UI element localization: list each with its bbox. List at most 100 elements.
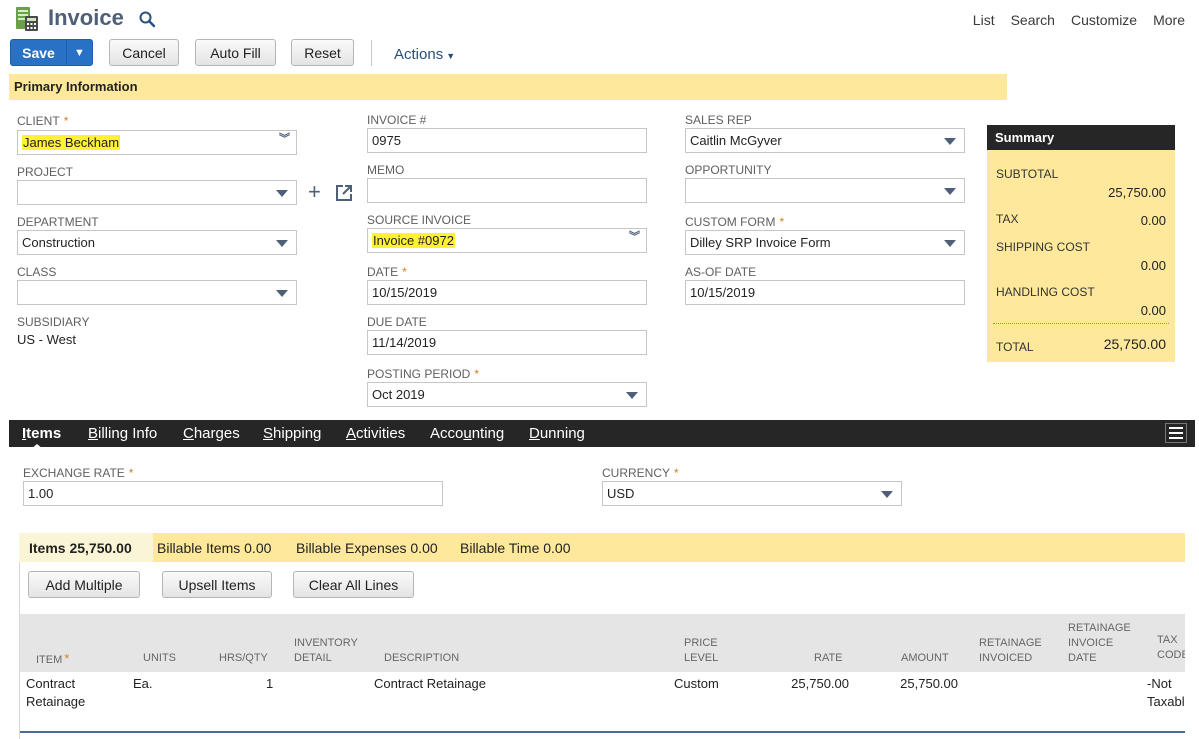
source-invoice-field[interactable]: Invoice #0972 ︾ bbox=[367, 228, 647, 253]
tax-label: TAX bbox=[996, 212, 1019, 226]
tax-value: 0.00 bbox=[1140, 213, 1166, 228]
total-label: TOTAL bbox=[996, 340, 1034, 354]
cancel-button[interactable]: Cancel bbox=[109, 39, 179, 66]
subtab-billable-expenses[interactable]: Billable Expenses 0.00 bbox=[296, 540, 438, 556]
actions-label[interactable]: Actions bbox=[394, 46, 443, 63]
double-chevron-icon[interactable]: ︾ bbox=[629, 232, 640, 243]
col-rate: RATE bbox=[814, 652, 843, 664]
date-field[interactable]: 10/15/2019 bbox=[367, 280, 647, 305]
open-external-icon[interactable] bbox=[335, 184, 353, 202]
col-retainage-invoiced: RETAINAGE INVOICED bbox=[979, 637, 1042, 664]
invoice-number-field[interactable]: 0975 bbox=[367, 128, 647, 153]
add-multiple-button[interactable]: Add Multiple bbox=[28, 571, 140, 598]
subsidiary-value: US - West bbox=[17, 332, 76, 347]
row-qty: 1 bbox=[266, 676, 274, 691]
tab-charges[interactable]: Charges bbox=[183, 425, 240, 442]
class-label: CLASS bbox=[17, 265, 57, 279]
col-tax-code: TAXCODE bbox=[1157, 634, 1185, 661]
col-amount: AMOUNT bbox=[901, 652, 949, 664]
list-link[interactable]: List bbox=[973, 12, 995, 28]
save-dropdown-icon[interactable]: ▼ bbox=[67, 40, 92, 65]
memo-label: MEMO bbox=[367, 163, 405, 177]
custom-form-label: CUSTOM FORM * bbox=[685, 215, 785, 229]
top-links: List Search Customize More bbox=[973, 12, 1185, 28]
tab-shipping[interactable]: Shipping bbox=[263, 425, 321, 442]
dropdown-arrow-icon[interactable] bbox=[944, 138, 956, 145]
double-chevron-icon[interactable]: ︾ bbox=[279, 134, 290, 145]
summary-title: Summary bbox=[987, 125, 1175, 150]
subtab-items[interactable]: Items 25,750.00 bbox=[29, 540, 132, 556]
custom-form-value: Dilley SRP Invoice Form bbox=[690, 235, 831, 250]
tab-dunning[interactable]: Dunning bbox=[529, 425, 585, 442]
dropdown-arrow-icon[interactable] bbox=[944, 240, 956, 247]
project-label: PROJECT bbox=[17, 165, 74, 179]
tab-bar: Items Billing Info Charges Shipping Acti… bbox=[9, 420, 1195, 449]
department-select[interactable]: Construction bbox=[17, 230, 297, 255]
dropdown-arrow-icon[interactable] bbox=[626, 392, 638, 399]
client-value: James Beckham bbox=[22, 135, 121, 150]
col-price-level: PRICE LEVEL bbox=[684, 637, 719, 664]
summary-divider bbox=[993, 323, 1169, 324]
subtab-billable-time[interactable]: Billable Time 0.00 bbox=[460, 540, 571, 556]
customize-link[interactable]: Customize bbox=[1071, 12, 1137, 28]
tab-billing-info[interactable]: Billing Info bbox=[88, 425, 157, 442]
row-units: Ea. bbox=[133, 676, 153, 691]
caret-down-icon: ▼ bbox=[446, 51, 456, 61]
upsell-items-button[interactable]: Upsell Items bbox=[162, 571, 272, 598]
source-invoice-label: SOURCE INVOICE bbox=[367, 213, 472, 227]
toolbar-divider bbox=[371, 40, 372, 66]
subtab-billable-items[interactable]: Billable Items 0.00 bbox=[157, 540, 271, 556]
tab-items[interactable]: Items bbox=[22, 425, 61, 442]
layout-toggle-icon[interactable] bbox=[1165, 423, 1187, 443]
project-select[interactable] bbox=[17, 180, 297, 205]
exchange-rate-label: EXCHANGE RATE * bbox=[23, 466, 134, 480]
new-line-row[interactable] bbox=[20, 731, 1185, 739]
actions-menu[interactable]: Actions ▼ bbox=[394, 46, 455, 63]
client-field[interactable]: James Beckham ︾ bbox=[17, 130, 297, 155]
tab-accounting[interactable]: Accounting bbox=[430, 425, 504, 442]
dropdown-arrow-icon[interactable] bbox=[276, 240, 288, 247]
due-date-field[interactable]: 11/14/2019 bbox=[367, 330, 647, 355]
dropdown-arrow-icon[interactable] bbox=[944, 188, 956, 195]
as-of-date-label: AS-OF DATE bbox=[685, 265, 757, 279]
dropdown-arrow-icon[interactable] bbox=[881, 491, 893, 498]
shipping-cost-label: SHIPPING COST bbox=[996, 240, 1091, 254]
more-link[interactable]: More bbox=[1153, 12, 1185, 28]
sales-rep-select[interactable]: Caitlin McGyver bbox=[685, 128, 965, 153]
search-link[interactable]: Search bbox=[1011, 12, 1055, 28]
row-description: Contract Retainage bbox=[374, 676, 487, 691]
handling-cost-label: HANDLING COST bbox=[996, 285, 1095, 299]
total-value: 25,750.00 bbox=[1103, 336, 1166, 352]
posting-period-select[interactable]: Oct 2019 bbox=[367, 382, 647, 407]
memo-field[interactable] bbox=[367, 178, 647, 203]
currency-label: CURRENCY * bbox=[602, 466, 679, 480]
as-of-date-field[interactable]: 10/15/2019 bbox=[685, 280, 965, 305]
save-button-label[interactable]: Save bbox=[11, 40, 67, 65]
opportunity-label: OPPORTUNITY bbox=[685, 163, 772, 177]
opportunity-select[interactable] bbox=[685, 178, 965, 203]
auto-fill-button[interactable]: Auto Fill bbox=[195, 39, 276, 66]
active-tab-marker bbox=[31, 444, 43, 449]
custom-form-select[interactable]: Dilley SRP Invoice Form bbox=[685, 230, 965, 255]
invoice-number-label: INVOICE # bbox=[367, 113, 427, 127]
section-header: Primary Information bbox=[9, 74, 1007, 100]
search-icon[interactable] bbox=[138, 10, 156, 28]
dropdown-arrow-icon[interactable] bbox=[276, 290, 288, 297]
reset-button[interactable]: Reset bbox=[291, 39, 354, 66]
currency-select[interactable]: USD bbox=[602, 481, 902, 506]
tab-activities[interactable]: Activities bbox=[346, 425, 405, 442]
department-label: DEPARTMENT bbox=[17, 215, 99, 229]
posting-period-label: POSTING PERIOD * bbox=[367, 367, 480, 381]
col-inventory-detail: INVENTORY DETAIL bbox=[294, 637, 358, 664]
exchange-rate-field[interactable]: 1.00 bbox=[23, 481, 443, 506]
col-hrs-qty: HRS/QTY bbox=[219, 652, 268, 664]
dropdown-arrow-icon[interactable] bbox=[276, 190, 288, 197]
save-button[interactable]: Save ▼ bbox=[10, 39, 93, 66]
class-select[interactable] bbox=[17, 280, 297, 305]
as-of-date-value: 10/15/2019 bbox=[690, 285, 756, 300]
row-item[interactable]: Contract Retainage bbox=[26, 675, 85, 711]
subtotal-value: 25,750.00 bbox=[1108, 185, 1166, 200]
clear-all-lines-button[interactable]: Clear All Lines bbox=[293, 571, 414, 598]
add-project-icon[interactable]: + bbox=[308, 181, 321, 203]
source-invoice-value: Invoice #0972 bbox=[372, 233, 455, 248]
